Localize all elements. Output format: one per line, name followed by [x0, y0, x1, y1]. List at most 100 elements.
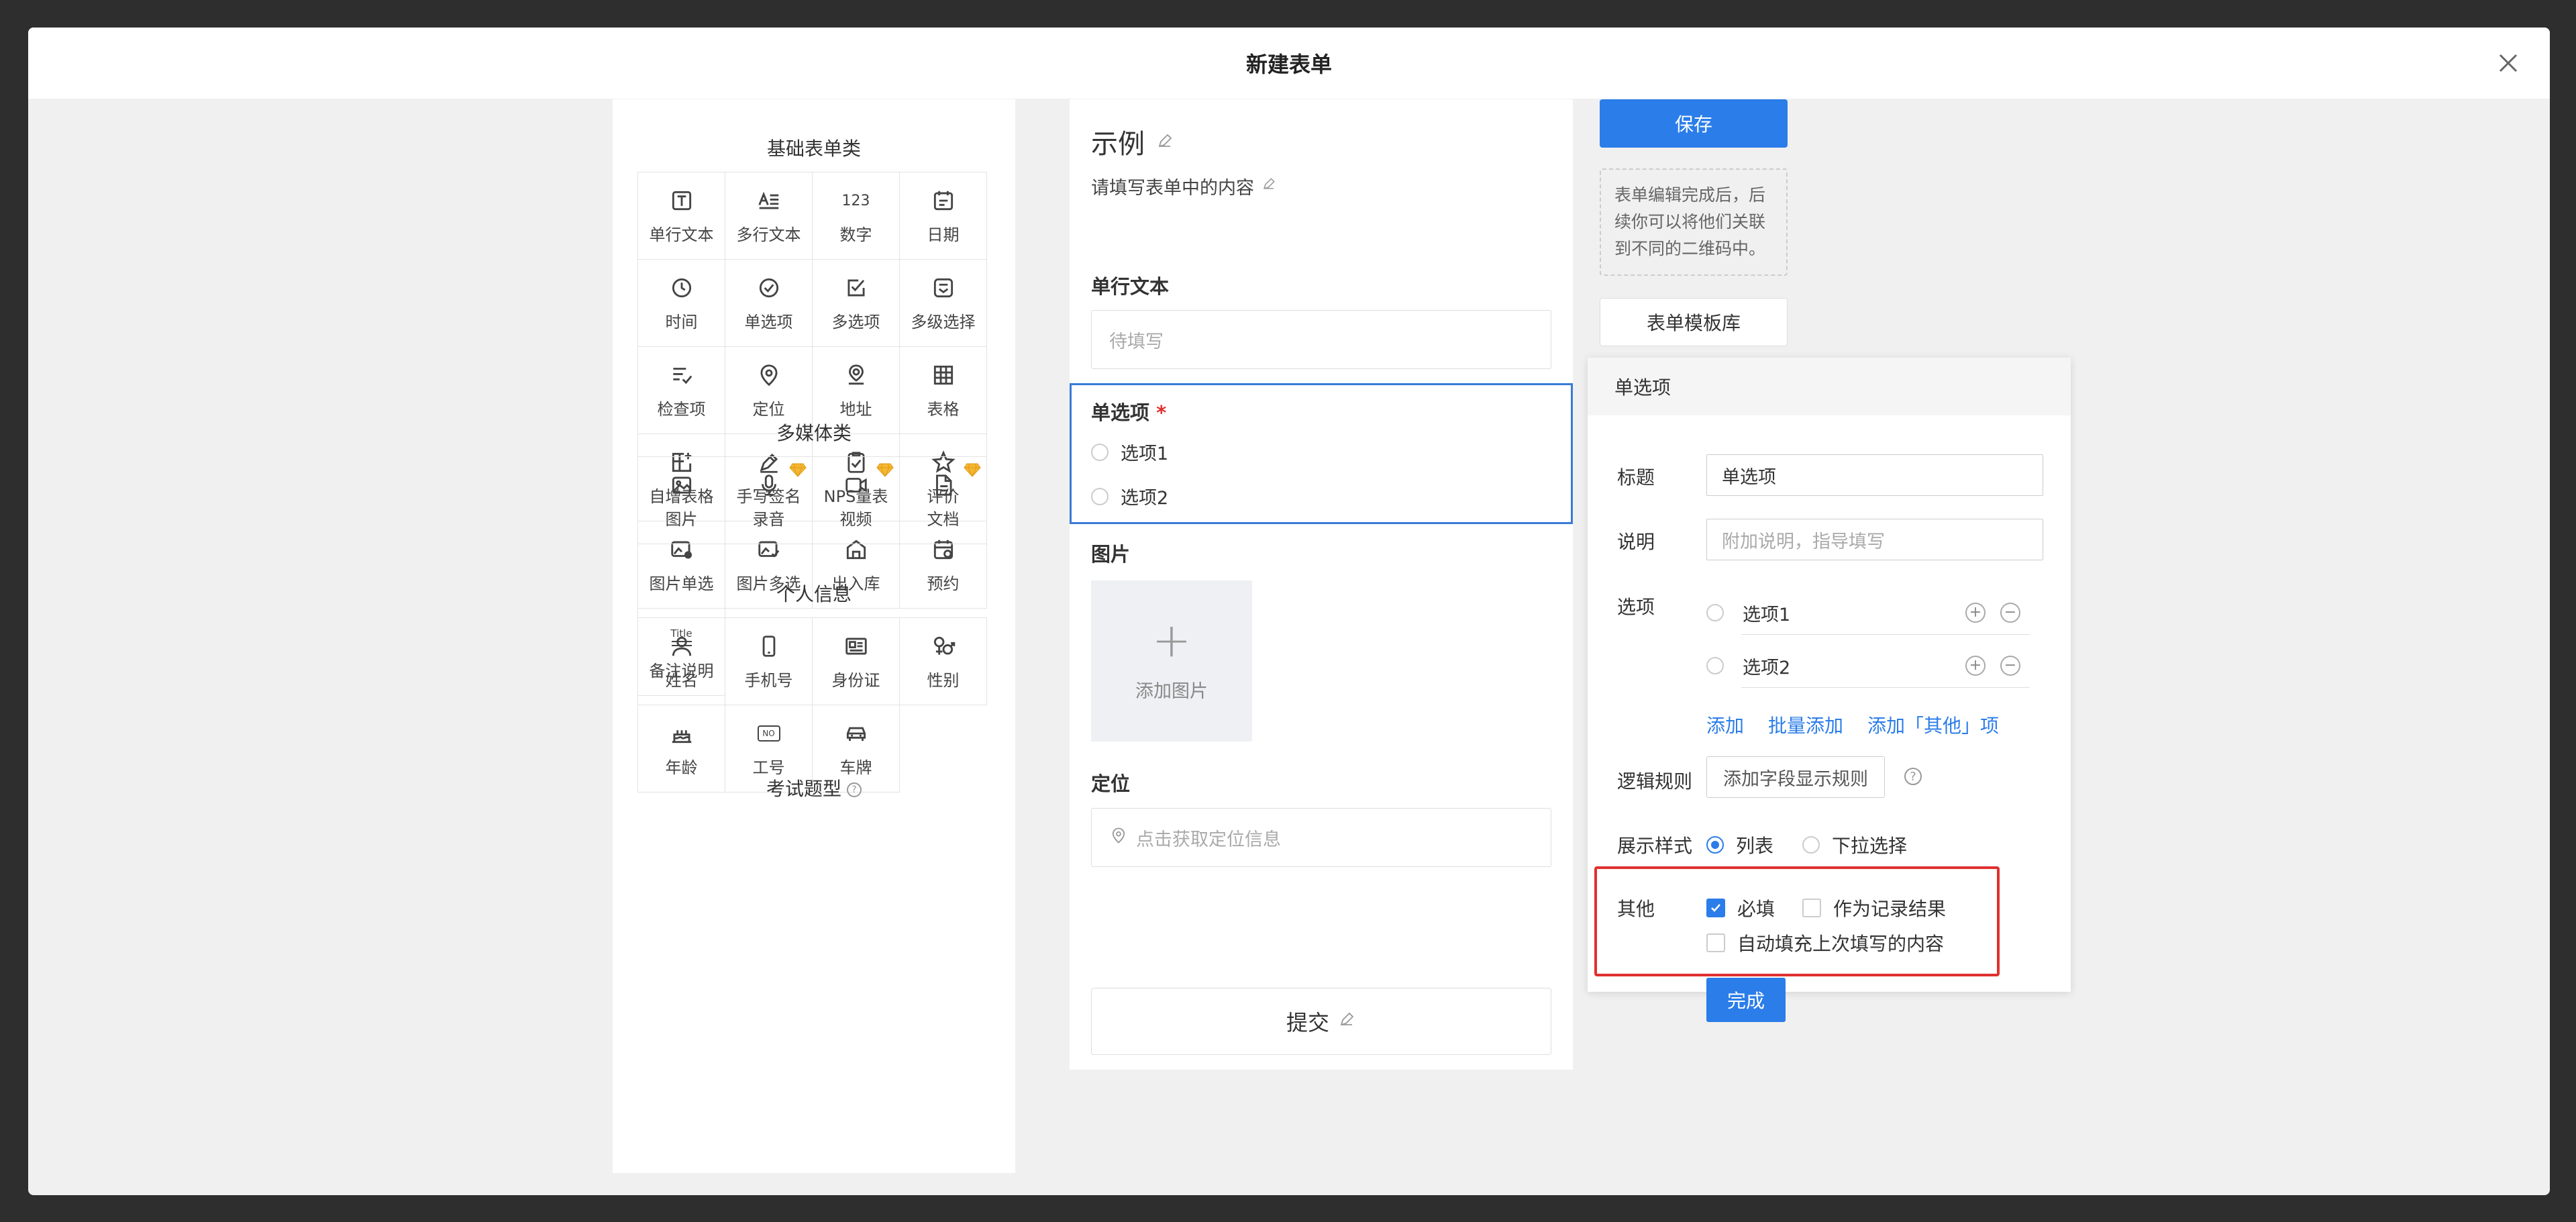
- remove-option-icon[interactable]: −: [2000, 656, 2020, 676]
- checkbox-icon[interactable]: [1706, 933, 1725, 952]
- properties-header: 单选项: [1588, 358, 2071, 415]
- option-edit-row[interactable]: 选项2 + −: [1706, 644, 2030, 688]
- palette-item-label: 多行文本: [736, 225, 801, 244]
- palette-item-microphone[interactable]: 录音: [725, 457, 813, 544]
- modal-title: 新建表单: [1245, 52, 1332, 77]
- palette-item-person[interactable]: 姓名: [638, 618, 725, 705]
- edit-pencil-icon[interactable]: [1155, 126, 1174, 157]
- title-input[interactable]: 单选项: [1706, 454, 2043, 496]
- bulk-add-link[interactable]: 批量添加: [1768, 711, 1843, 738]
- palette-item-label: 地址: [839, 400, 872, 419]
- radio-icon[interactable]: [1091, 487, 1109, 505]
- palette-item-video[interactable]: 视频: [813, 457, 900, 544]
- option-text-input[interactable]: 选项1: [1743, 600, 1790, 626]
- palette-item-checkbox[interactable]: 多选项: [813, 260, 900, 347]
- check-circle-icon: [755, 274, 783, 302]
- add-image-button[interactable]: + 添加图片: [1091, 580, 1252, 742]
- palette-item-label: 车牌: [839, 758, 872, 777]
- display-dropdown-option[interactable]: 下拉选择: [1802, 831, 1907, 858]
- logic-rule-label: 逻辑规则: [1617, 770, 1693, 793]
- palette-item-label: 图片: [665, 510, 698, 529]
- display-list-option[interactable]: 列表: [1706, 831, 1773, 858]
- radio-option[interactable]: 选项2: [1091, 483, 1168, 509]
- add-option-icon[interactable]: +: [1965, 603, 1986, 623]
- palette-item-multiline[interactable]: 多行文本: [725, 172, 813, 260]
- save-button[interactable]: 保存: [1600, 99, 1788, 148]
- required-mark: *: [1156, 401, 1167, 424]
- required-checkbox[interactable]: 必填: [1706, 895, 1775, 921]
- palette-item-phone[interactable]: 手机号: [725, 618, 813, 705]
- cake-icon: [668, 719, 696, 748]
- image-icon: [668, 471, 696, 499]
- document-icon: [929, 471, 958, 499]
- component-palette: 基础表单类 单行文本 多行文本 123 数字 日期 时间 单选项 多选项 多级选择 检查项 定位 地址 表…: [613, 99, 1015, 1173]
- checklist-icon: [668, 361, 696, 389]
- palette-item-label: 手机号: [744, 671, 793, 690]
- other-label: 其他: [1617, 898, 1655, 920]
- submit-button[interactable]: 提交: [1091, 988, 1551, 1055]
- palette-grid: 姓名 手机号 身份证 性别 年龄 NO 工号 车牌: [637, 617, 987, 793]
- palette-item-image[interactable]: 图片: [638, 457, 725, 544]
- text-field-input[interactable]: 待填写: [1091, 310, 1551, 369]
- option-links: 添加 批量添加 添加「其他」项: [1706, 711, 1999, 738]
- text-t-icon: [668, 187, 696, 215]
- form-preview: 示例 请填写表单中的内容 单行文本 待填写 单选项 * 选项1 选项2 图片 +…: [1070, 99, 1573, 1070]
- edit-pencil-icon[interactable]: [1261, 176, 1277, 197]
- option-text-input[interactable]: 选项2: [1743, 653, 1790, 679]
- checkbox-checked-icon[interactable]: [1706, 899, 1725, 917]
- table-icon: [929, 361, 958, 389]
- id-card-icon: [842, 632, 870, 660]
- radio-icon[interactable]: [1091, 443, 1109, 461]
- text-field-placeholder: 待填写: [1109, 331, 1164, 352]
- add-other-option-link[interactable]: 添加「其他」项: [1867, 711, 1999, 738]
- add-option-link[interactable]: 添加: [1706, 711, 1744, 738]
- microphone-icon: [755, 471, 783, 499]
- badge-no-icon: NO: [755, 719, 783, 748]
- palette-item-calendar[interactable]: 日期: [900, 172, 987, 260]
- palette-item-text-t[interactable]: 单行文本: [638, 172, 725, 260]
- form-title[interactable]: 示例: [1091, 122, 1174, 161]
- radio-field-selected[interactable]: 单选项 * 选项1 选项2: [1070, 383, 1573, 524]
- add-image-label: 添加图片: [1135, 680, 1208, 702]
- palette-item-document[interactable]: 文档: [900, 457, 987, 544]
- modal-header: 新建表单: [28, 28, 2550, 99]
- close-icon[interactable]: [2495, 50, 2522, 77]
- palette-item-cascade[interactable]: 多级选择: [900, 260, 987, 347]
- display-style-label: 展示样式: [1617, 835, 1693, 857]
- add-display-rule-button[interactable]: 添加字段显示规则: [1706, 756, 1885, 798]
- checkbox-icon[interactable]: [1802, 899, 1821, 917]
- person-icon: [668, 632, 696, 660]
- description-input[interactable]: 附加说明，指导填写: [1706, 519, 2043, 560]
- radio-checked-icon[interactable]: [1706, 836, 1724, 854]
- palette-item-label: 单行文本: [649, 225, 714, 244]
- palette-group-title: 个人信息: [776, 583, 852, 605]
- help-question-icon[interactable]: ?: [847, 782, 862, 797]
- palette-item-clock[interactable]: 时间: [638, 260, 725, 347]
- form-description[interactable]: 请填写表单中的内容: [1091, 173, 1277, 199]
- image-field-label: 图片: [1091, 543, 1131, 566]
- palette-item-label: 多选项: [831, 313, 880, 332]
- autofill-checkbox[interactable]: 自动填充上次填写的内容: [1706, 929, 1944, 956]
- palette-item-check-circle[interactable]: 单选项: [725, 260, 813, 347]
- template-library-button[interactable]: 表单模板库: [1600, 298, 1788, 346]
- palette-item-number[interactable]: 123 数字: [813, 172, 900, 260]
- radio-icon[interactable]: [1802, 836, 1820, 854]
- done-button[interactable]: 完成: [1706, 978, 1786, 1022]
- add-option-icon[interactable]: +: [1965, 656, 1986, 676]
- number-icon: 123: [841, 192, 870, 209]
- gender-icon: [929, 632, 958, 660]
- palette-item-gender[interactable]: 性别: [900, 618, 987, 705]
- help-question-icon[interactable]: ?: [1904, 768, 1922, 785]
- record-result-checkbox[interactable]: 作为记录结果: [1802, 895, 1946, 921]
- location-field-label: 定位: [1091, 772, 1131, 795]
- edit-pencil-icon[interactable]: [1337, 1009, 1356, 1034]
- phone-icon: [755, 632, 783, 660]
- location-field-input[interactable]: 点击获取定位信息: [1091, 808, 1551, 867]
- option-edit-row[interactable]: 选项1 + −: [1706, 591, 2030, 635]
- remove-option-icon[interactable]: −: [2000, 603, 2020, 623]
- palette-item-id-card[interactable]: 身份证: [813, 618, 900, 705]
- form-title-text: 示例: [1091, 129, 1145, 160]
- palette-item-label: 单选项: [744, 313, 793, 332]
- palette-item-label: 姓名: [665, 671, 698, 690]
- radio-option[interactable]: 选项1: [1091, 439, 1168, 465]
